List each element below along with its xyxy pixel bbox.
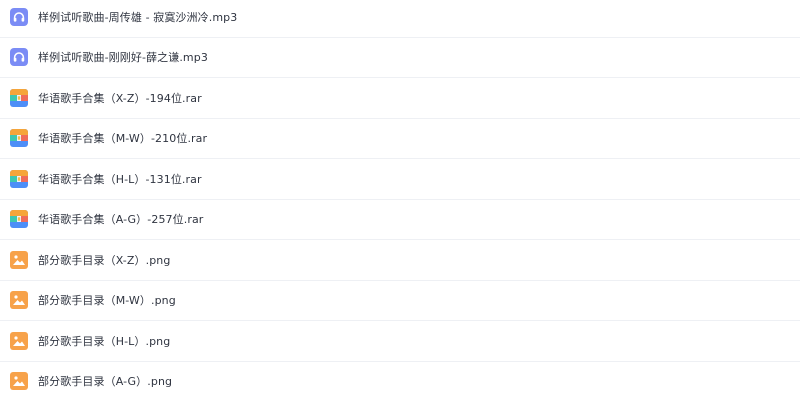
- file-row[interactable]: 部分歌手目录（X-Z）.png: [0, 240, 800, 281]
- image-icon: [10, 372, 28, 391]
- file-name: 华语歌手合集（H-L）-131位.rar: [38, 172, 202, 186]
- archive-icon: [10, 210, 28, 229]
- image-icon: [10, 250, 28, 269]
- file-name: 部分歌手目录（H-L）.png: [38, 334, 171, 348]
- archive-icon: [10, 88, 28, 107]
- headphones-icon: [10, 48, 28, 67]
- file-row[interactable]: 样例试听歌曲-刚刚好-薛之谦.mp3: [0, 38, 800, 78]
- file-row[interactable]: 部分歌手目录（H-L）.png: [0, 321, 800, 362]
- image-icon: [10, 291, 28, 310]
- archive-icon: [10, 169, 28, 188]
- file-name: 样例试听歌曲-周传雄 - 寂寞沙洲冷.mp3: [38, 10, 238, 24]
- file-row[interactable]: 华语歌手合集（X-Z）-194位.rar: [0, 78, 800, 119]
- file-name: 部分歌手目录（M-W）.png: [38, 294, 176, 308]
- file-row[interactable]: 样例试听歌曲-周传雄 - 寂寞沙洲冷.mp3: [0, 0, 800, 38]
- file-name: 部分歌手目录（X-Z）.png: [38, 253, 171, 267]
- file-row[interactable]: 部分歌手目录（A-G）.png: [0, 362, 800, 400]
- file-name: 样例试听歌曲-刚刚好-薛之谦.mp3: [38, 51, 208, 65]
- headphones-icon: [10, 7, 28, 26]
- archive-icon: [10, 129, 28, 148]
- image-icon: [10, 331, 28, 350]
- file-name: 华语歌手合集（M-W）-210位.rar: [38, 132, 208, 146]
- file-row[interactable]: 部分歌手目录（M-W）.png: [0, 281, 800, 321]
- file-row[interactable]: 华语歌手合集（A-G）-257位.rar: [0, 200, 800, 240]
- file-row[interactable]: 华语歌手合集（M-W）-210位.rar: [0, 119, 800, 159]
- file-name: 部分歌手目录（A-G）.png: [38, 375, 173, 389]
- file-row[interactable]: 华语歌手合集（H-L）-131位.rar: [0, 159, 800, 200]
- file-name: 华语歌手合集（A-G）-257位.rar: [38, 213, 204, 227]
- file-list: 样例试听歌曲-周传雄 - 寂寞沙洲冷.mp3 样例试听歌曲-刚刚好-薛之谦.mp…: [0, 0, 800, 397]
- file-name: 华语歌手合集（X-Z）-194位.rar: [38, 91, 202, 105]
